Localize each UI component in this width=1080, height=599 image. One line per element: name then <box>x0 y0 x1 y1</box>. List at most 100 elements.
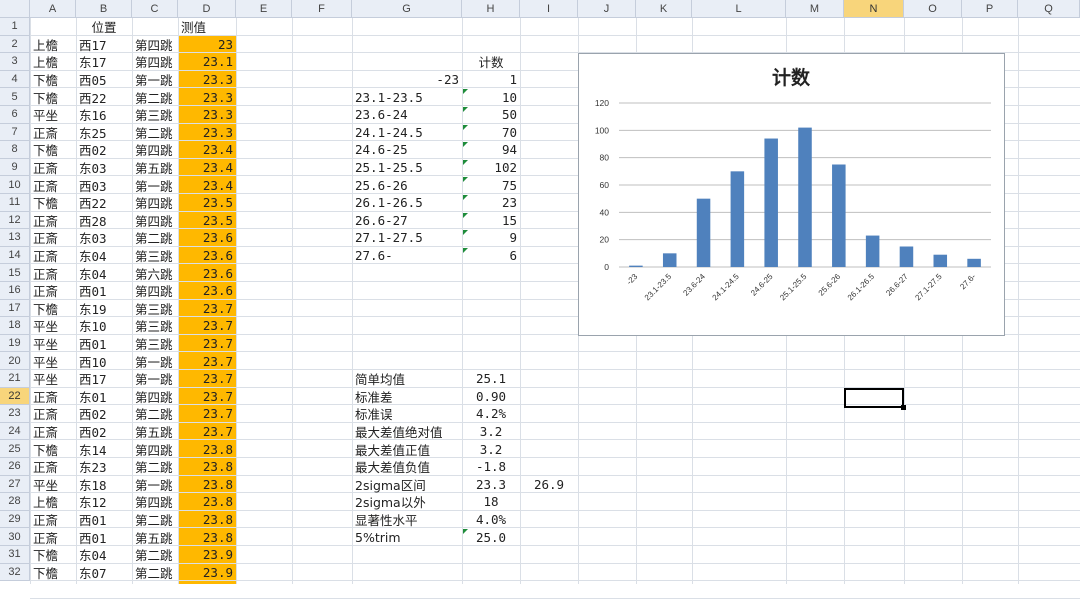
freq-bin-label[interactable]: -23 <box>352 71 462 89</box>
table-cell-position[interactable]: 东23 <box>76 458 132 476</box>
table-cell-location[interactable]: 正斎 <box>30 388 76 406</box>
row-header-12[interactable]: 12 <box>0 211 30 230</box>
row-header-18[interactable]: 18 <box>0 317 30 335</box>
row-header-17[interactable]: 17 <box>0 299 30 318</box>
table-cell-position[interactable]: 西28 <box>76 212 132 230</box>
table-cell-step[interactable]: 第三跳 <box>132 247 178 265</box>
table-cell-position[interactable]: 东04 <box>76 247 132 265</box>
table-cell-value[interactable]: 23 <box>178 36 236 54</box>
table-cell-position[interactable]: 东16 <box>76 106 132 124</box>
table-cell-value[interactable]: 23.7 <box>178 370 236 388</box>
table-cell-value[interactable]: 23.6 <box>178 264 236 282</box>
row-header-3[interactable]: 3 <box>0 53 30 71</box>
table-cell-value[interactable]: 23.8 <box>178 528 236 546</box>
stat-value[interactable]: 3.2 <box>462 440 520 458</box>
stat-label[interactable]: 标准误 <box>352 405 462 423</box>
column-header-d[interactable]: D <box>178 0 236 18</box>
table-cell-value[interactable]: 23.8 <box>178 458 236 476</box>
table-cell-value[interactable]: 23.3 <box>178 88 236 106</box>
table-cell-value[interactable]: 23.3 <box>178 106 236 124</box>
table-cell-location[interactable]: 下檐 <box>30 440 76 458</box>
table-cell-value[interactable]: 23.3 <box>178 124 236 142</box>
row-header-6[interactable]: 6 <box>0 106 30 124</box>
column-header-e[interactable]: E <box>236 0 292 18</box>
table-cell-value[interactable]: 23.5 <box>178 212 236 230</box>
table-cell-location[interactable]: 下檐 <box>30 300 76 318</box>
table-cell-step[interactable]: 第四跳 <box>132 282 178 300</box>
table-cell-position[interactable]: 西10 <box>76 352 132 370</box>
row-header-23[interactable]: 23 <box>0 405 30 423</box>
table-cell-location[interactable]: 正斎 <box>30 405 76 423</box>
table-cell-value[interactable]: 23.8 <box>178 511 236 529</box>
table-cell-value[interactable]: 23.9 <box>178 546 236 564</box>
row-header-9[interactable]: 9 <box>0 158 30 177</box>
table-cell-position[interactable]: 西01 <box>76 511 132 529</box>
table-cell-step[interactable]: 第一跳 <box>132 476 178 494</box>
table-cell-step[interactable]: 第三跳 <box>132 106 178 124</box>
table-cell-position[interactable]: 西22 <box>76 88 132 106</box>
table-cell-step[interactable]: 第二跳 <box>132 88 178 106</box>
column-header-p[interactable]: P <box>962 0 1018 18</box>
stat-value[interactable]: 0.90 <box>462 388 520 406</box>
table-cell-position[interactable]: 东18 <box>76 476 132 494</box>
row-header-24[interactable]: 24 <box>0 422 30 441</box>
table-cell-value[interactable]: 23.7 <box>178 405 236 423</box>
freq-count[interactable]: 1 <box>462 71 520 89</box>
table-cell-value[interactable]: 23.4 <box>178 141 236 159</box>
table-cell-position[interactable]: 西03 <box>76 176 132 194</box>
table-cell-position[interactable]: 东03 <box>76 229 132 247</box>
stat-value-extra[interactable]: 26.9 <box>520 476 578 494</box>
table-cell-step[interactable]: 第五跳 <box>132 159 178 177</box>
freq-bin-label[interactable]: 27.6- <box>352 247 462 265</box>
column-header-l[interactable]: L <box>692 0 786 18</box>
table-cell-value[interactable]: 23.8 <box>178 493 236 511</box>
table-cell-location[interactable]: 上檐 <box>30 36 76 54</box>
table-cell-step[interactable]: 第四跳 <box>132 493 178 511</box>
table-cell-position[interactable]: 西01 <box>76 282 132 300</box>
table-cell-position[interactable]: 西02 <box>76 423 132 441</box>
table-cell-location[interactable]: 平坐 <box>30 476 76 494</box>
table-cell-location[interactable]: 平坐 <box>30 317 76 335</box>
table-cell-position[interactable]: 西22 <box>76 194 132 212</box>
table-cell-position[interactable]: 西01 <box>76 528 132 546</box>
table-cell-position[interactable]: 西01 <box>76 335 132 353</box>
table-cell-step[interactable]: 第一跳 <box>132 71 178 89</box>
column-header-c[interactable]: C <box>132 0 178 18</box>
table-cell-step[interactable]: 第二跳 <box>132 546 178 564</box>
table-cell-position[interactable]: 东04 <box>76 264 132 282</box>
select-all-corner[interactable] <box>0 0 30 18</box>
freq-count[interactable]: 50 <box>462 106 520 124</box>
table-cell-step[interactable]: 第五跳 <box>132 423 178 441</box>
row-header-11[interactable]: 11 <box>0 194 30 212</box>
stat-value[interactable]: 3.2 <box>462 423 520 441</box>
table-cell-position[interactable]: 西05 <box>76 71 132 89</box>
freq-count[interactable]: 15 <box>462 212 520 230</box>
freq-count[interactable]: 9 <box>462 229 520 247</box>
row-header-26[interactable]: 26 <box>0 458 30 476</box>
stat-label[interactable]: 最大差值正值 <box>352 440 462 458</box>
stat-label[interactable]: 最大差值负值 <box>352 458 462 476</box>
freq-bin-label[interactable]: 25.6-26 <box>352 176 462 194</box>
table-cell-step[interactable]: 第三跳 <box>132 335 178 353</box>
cell-d1-header[interactable]: 测值 <box>178 18 236 36</box>
table-cell-step[interactable]: 第五跳 <box>132 528 178 546</box>
table-cell-value[interactable]: 23.7 <box>178 352 236 370</box>
table-cell-location[interactable]: 正斎 <box>30 458 76 476</box>
freq-count[interactable]: 94 <box>462 141 520 159</box>
freq-header[interactable]: 计数 <box>462 53 520 71</box>
table-cell-value[interactable]: 23.1 <box>178 53 236 71</box>
row-header-20[interactable]: 20 <box>0 352 30 370</box>
table-cell-location[interactable]: 下檐 <box>30 194 76 212</box>
stat-value[interactable]: 4.2% <box>462 405 520 423</box>
row-header-15[interactable]: 15 <box>0 264 30 282</box>
row-header-25[interactable]: 25 <box>0 440 30 458</box>
stat-label[interactable]: 标准差 <box>352 388 462 406</box>
freq-bin-label[interactable]: 24.1-24.5 <box>352 124 462 142</box>
table-cell-location[interactable]: 正斎 <box>30 282 76 300</box>
table-cell-location[interactable]: 正斎 <box>30 212 76 230</box>
active-cell-selection[interactable] <box>844 388 906 410</box>
row-header-5[interactable]: 5 <box>0 88 30 106</box>
table-cell-location[interactable]: 正斎 <box>30 159 76 177</box>
column-header-b[interactable]: B <box>76 0 132 18</box>
row-header-32[interactable]: 32 <box>0 563 30 582</box>
